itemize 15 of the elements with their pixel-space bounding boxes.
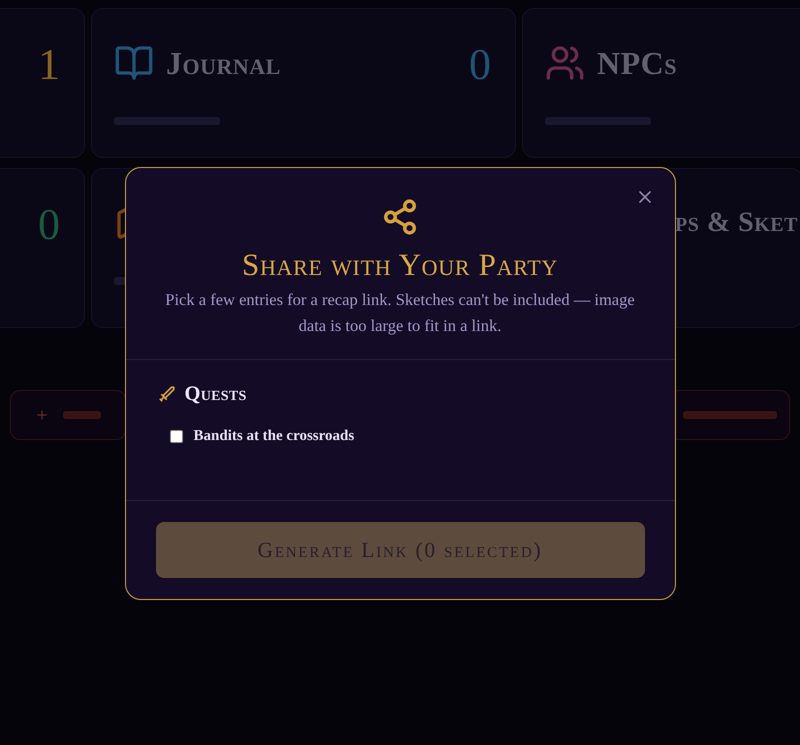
card-title: Journal — [166, 44, 281, 82]
plus-icon — [35, 408, 49, 422]
share-icon — [381, 198, 419, 236]
card-title: ps & Sket — [675, 207, 798, 239]
dialog-title: Share with Your Party — [242, 247, 558, 283]
section-title: Quests — [184, 382, 247, 406]
stat-count: 1 — [38, 43, 60, 87]
sword-icon — [158, 385, 176, 403]
stat-count: 0 — [469, 43, 491, 87]
entry-label[interactable]: Bandits at the crossroads — [194, 428, 354, 444]
dialog-description: Pick a few entries for a recap link. Sketches can't be included — image data is too large to fit in a link. — [164, 289, 636, 337]
card-title: NPCs — [597, 44, 678, 82]
blurred-label — [63, 411, 101, 419]
checkbox[interactable] — [170, 430, 182, 442]
stat-count: 0 — [38, 203, 60, 247]
